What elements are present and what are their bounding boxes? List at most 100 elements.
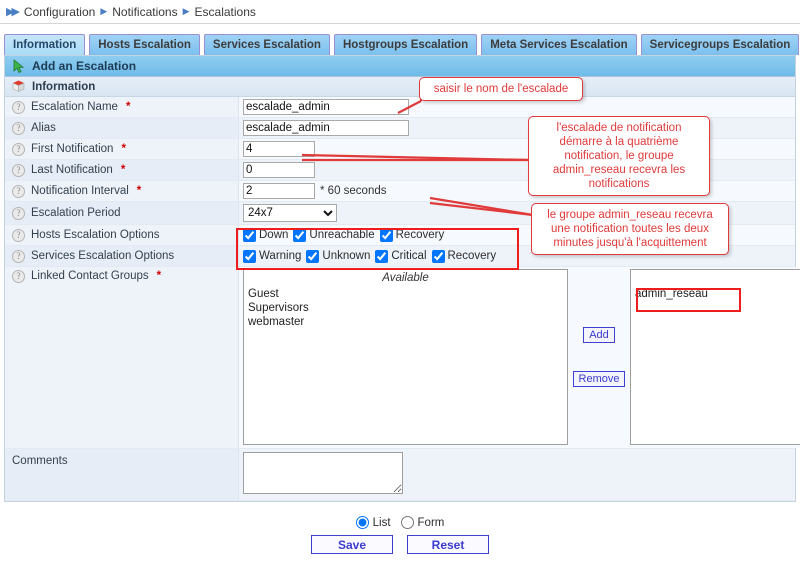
field-label-escalation-period: Escalation Period xyxy=(31,207,121,219)
required-marker: * xyxy=(121,143,125,155)
selected-options: admin_reseau xyxy=(631,287,800,444)
list-item[interactable]: webmaster xyxy=(248,315,567,329)
services-option-unknown-checkbox[interactable] xyxy=(306,250,319,263)
available-contact-groups-listbox[interactable]: Available Guest Supervisors webmaster xyxy=(243,269,568,445)
save-button[interactable]: Save xyxy=(311,535,393,554)
hosts-option-down-checkbox[interactable] xyxy=(243,229,256,242)
radio-item-form[interactable]: Form xyxy=(401,516,445,529)
double-arrow-icon: ▶▶ xyxy=(6,5,17,18)
tab-hostgroups-escalation[interactable]: Hostgroups Escalation xyxy=(334,34,477,55)
notification-interval-input[interactable] xyxy=(243,183,315,199)
tab-information[interactable]: Information xyxy=(4,34,85,55)
field-value-cell xyxy=(239,139,795,159)
selected-list-header: Se xyxy=(631,270,800,287)
services-option-recovery-label: Recovery xyxy=(448,250,497,262)
hosts-escalation-checkbox-group: Down Unreachable Recovery xyxy=(243,229,444,242)
available-options: Guest Supervisors webmaster xyxy=(244,287,567,444)
hosts-option-unreachable-checkbox[interactable] xyxy=(293,229,306,242)
footer-buttons: Save Reset xyxy=(311,535,489,554)
view-mode-radio-group: List Form xyxy=(356,516,445,529)
field-label-cell: ? Services Escalation Options xyxy=(5,246,239,266)
last-notification-input[interactable] xyxy=(243,162,315,178)
field-row-linked-contact-groups: ? Linked Contact Groups * Available Gues… xyxy=(5,267,795,449)
tab-services-escalation[interactable]: Services Escalation xyxy=(204,34,330,55)
field-label-alias: Alias xyxy=(31,122,56,134)
escalation-config-page: ▶▶ Configuration ▶ Notifications ▶ Escal… xyxy=(0,0,800,574)
escalation-name-input[interactable] xyxy=(243,99,409,115)
tab-meta-services-escalation[interactable]: Meta Services Escalation xyxy=(481,34,636,55)
checkbox-item-critical[interactable]: Critical xyxy=(375,250,426,263)
field-label-cell: ? Notification Interval * xyxy=(5,181,239,201)
breadcrumb-separator-icon: ▶ xyxy=(181,6,192,17)
question-mark-icon[interactable]: ? xyxy=(12,229,25,242)
view-mode-list-radio[interactable] xyxy=(356,516,369,529)
checkbox-item-recovery[interactable]: Recovery xyxy=(432,250,497,263)
question-mark-icon[interactable]: ? xyxy=(12,101,25,114)
list-item[interactable]: Guest xyxy=(248,287,567,301)
breadcrumb-item-notifications[interactable]: Notifications xyxy=(112,5,177,19)
breadcrumb-item-escalations[interactable]: Escalations xyxy=(195,5,256,19)
field-value-cell: Available Guest Supervisors webmaster Ad… xyxy=(239,267,800,448)
field-value-cell xyxy=(239,160,795,180)
list-item[interactable]: admin_reseau xyxy=(635,287,800,301)
field-label-cell: Comments xyxy=(5,449,239,500)
breadcrumb-item-configuration[interactable]: Configuration xyxy=(24,5,95,19)
field-label-hosts-escalation-options: Hosts Escalation Options xyxy=(31,229,159,241)
hosts-option-recovery-label: Recovery xyxy=(396,229,445,241)
reset-button[interactable]: Reset xyxy=(407,535,489,554)
checkbox-item-warning[interactable]: Warning xyxy=(243,250,301,263)
radio-item-list[interactable]: List xyxy=(356,516,391,529)
required-marker: * xyxy=(121,164,125,176)
question-mark-icon[interactable]: ? xyxy=(12,122,25,135)
services-option-unknown-label: Unknown xyxy=(322,250,370,262)
red-cube-icon xyxy=(11,79,26,94)
checkbox-item-recovery[interactable]: Recovery xyxy=(380,229,445,242)
field-label-cell: ? Escalation Period xyxy=(5,202,239,224)
services-option-warning-checkbox[interactable] xyxy=(243,250,256,263)
checkbox-item-down[interactable]: Down xyxy=(243,229,288,242)
escalation-period-select[interactable]: 24x7 xyxy=(243,204,337,222)
add-button[interactable]: Add xyxy=(583,327,615,343)
annotation-first-notification: l'escalade de notification démarre à la … xyxy=(528,116,710,196)
required-marker: * xyxy=(157,270,161,282)
checkbox-item-unreachable[interactable]: Unreachable xyxy=(293,229,374,242)
available-list-header: Available xyxy=(244,270,567,287)
field-label-linked-contact-groups: Linked Contact Groups xyxy=(31,270,149,282)
field-label-first-notification: First Notification xyxy=(31,143,113,155)
required-marker: * xyxy=(137,185,141,197)
first-notification-input[interactable] xyxy=(243,141,315,157)
alias-input[interactable] xyxy=(243,120,409,136)
question-mark-icon[interactable]: ? xyxy=(12,143,25,156)
question-mark-icon[interactable]: ? xyxy=(12,207,25,220)
services-escalation-checkbox-group: Warning Unknown Critical Recovery xyxy=(243,250,496,263)
view-mode-form-label: Form xyxy=(418,517,445,529)
required-marker: * xyxy=(126,101,130,113)
selected-contact-groups-listbox[interactable]: Se admin_reseau xyxy=(630,269,800,445)
question-mark-icon[interactable]: ? xyxy=(12,270,25,283)
tab-servicegroups-escalation[interactable]: Servicegroups Escalation xyxy=(641,34,800,55)
notification-interval-unit: * 60 seconds xyxy=(320,185,387,197)
annotation-notification-interval: le groupe admin_reseau recevra une notif… xyxy=(531,203,729,255)
question-mark-icon[interactable]: ? xyxy=(12,164,25,177)
field-label-cell: ? First Notification * xyxy=(5,139,239,159)
field-row-escalation-name: ? Escalation Name * xyxy=(5,97,795,118)
question-mark-icon[interactable]: ? xyxy=(12,250,25,263)
checkbox-item-unknown[interactable]: Unknown xyxy=(306,250,370,263)
view-mode-form-radio[interactable] xyxy=(401,516,414,529)
services-option-critical-label: Critical xyxy=(391,250,426,262)
remove-button[interactable]: Remove xyxy=(573,371,626,387)
field-label-cell: ? Escalation Name * xyxy=(5,97,239,117)
services-option-critical-checkbox[interactable] xyxy=(375,250,388,263)
question-mark-icon[interactable]: ? xyxy=(12,185,25,198)
services-option-recovery-checkbox[interactable] xyxy=(432,250,445,263)
comments-textarea[interactable] xyxy=(243,452,403,494)
tab-hosts-escalation[interactable]: Hosts Escalation xyxy=(89,34,200,55)
tab-bar: Information Hosts Escalation Services Es… xyxy=(0,31,800,55)
list-item[interactable]: Supervisors xyxy=(248,301,567,315)
list-transfer-buttons: Add Remove xyxy=(568,269,630,445)
breadcrumb: ▶▶ Configuration ▶ Notifications ▶ Escal… xyxy=(0,0,800,24)
view-mode-list-label: List xyxy=(373,517,391,529)
hosts-option-recovery-checkbox[interactable] xyxy=(380,229,393,242)
field-label-cell: ? Last Notification * xyxy=(5,160,239,180)
field-label-cell: ? Linked Contact Groups * xyxy=(5,267,239,448)
